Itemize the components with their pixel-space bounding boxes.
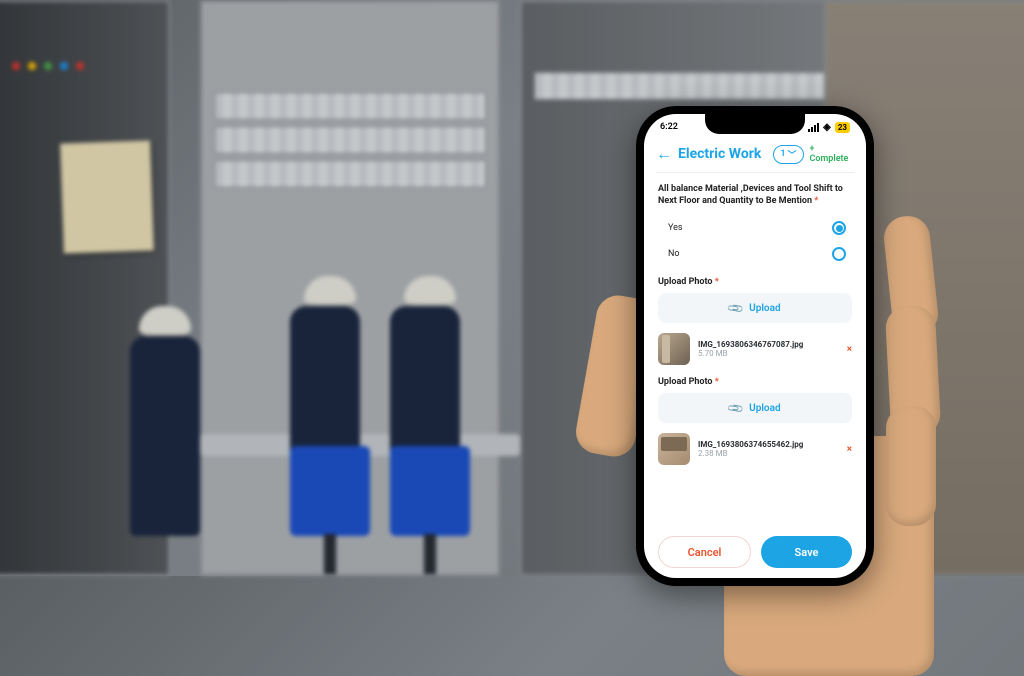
file-thumbnail	[658, 433, 690, 465]
uploaded-file-row: IMG_1693806346767087.jpg 5.70 MB ×	[658, 333, 852, 365]
cancel-button[interactable]: Cancel	[658, 536, 751, 568]
step-dropdown[interactable]: 1﹀	[773, 145, 803, 164]
uploaded-file-row: IMG_1693806374655462.jpg 2.38 MB ×	[658, 433, 852, 465]
form-content: All balance Material ,Devices and Tool S…	[644, 173, 866, 526]
radio-option-yes[interactable]: Yes	[658, 217, 852, 239]
attachment-icon: 📎	[727, 399, 746, 418]
file-name: IMG_1693806346767087.jpg	[698, 340, 839, 349]
upload-label: Upload Photo *	[658, 377, 852, 387]
remove-file-icon[interactable]: ×	[847, 344, 852, 355]
worker-figure	[130, 306, 200, 536]
status-time: 6:22	[660, 122, 678, 132]
file-size: 2.38 MB	[698, 449, 839, 458]
save-button[interactable]: Save	[761, 536, 852, 568]
chevron-down-icon: ﹀	[787, 148, 796, 161]
radio-icon	[832, 247, 846, 261]
complete-button[interactable]: Complete	[810, 144, 855, 164]
page-title: Electric Work	[678, 146, 761, 162]
back-arrow-icon[interactable]: ←	[656, 144, 672, 164]
wifi-icon: ◈	[823, 122, 831, 133]
remove-file-icon[interactable]: ×	[847, 444, 852, 455]
question-text: All balance Material ,Devices and Tool S…	[658, 183, 852, 207]
attachment-icon: 📎	[727, 299, 746, 318]
radio-option-no[interactable]: No	[658, 243, 852, 265]
file-name: IMG_1693806374655462.jpg	[698, 440, 839, 449]
battery-badge: 23	[835, 122, 850, 133]
action-bar: Cancel Save	[644, 526, 866, 578]
upload-button[interactable]: 📎 Upload	[658, 293, 852, 323]
file-thumbnail	[658, 333, 690, 365]
app-header: ← Electric Work 1﹀ Complete	[644, 138, 866, 172]
indicator-leds	[12, 62, 84, 70]
sticky-note	[60, 140, 154, 253]
signal-icon	[808, 123, 819, 132]
phone-device-frame: 6:22 ◈ 23 ← Electric Work 1﹀ Complete Al…	[636, 106, 874, 586]
upload-button[interactable]: 📎 Upload	[658, 393, 852, 423]
phone-notch	[705, 114, 805, 134]
phone-screen: 6:22 ◈ 23 ← Electric Work 1﹀ Complete Al…	[644, 114, 866, 578]
worker-figure	[390, 276, 470, 536]
worker-figure	[290, 276, 370, 536]
radio-icon	[832, 221, 846, 235]
file-size: 5.70 MB	[698, 349, 839, 358]
upload-label: Upload Photo *	[658, 277, 852, 287]
